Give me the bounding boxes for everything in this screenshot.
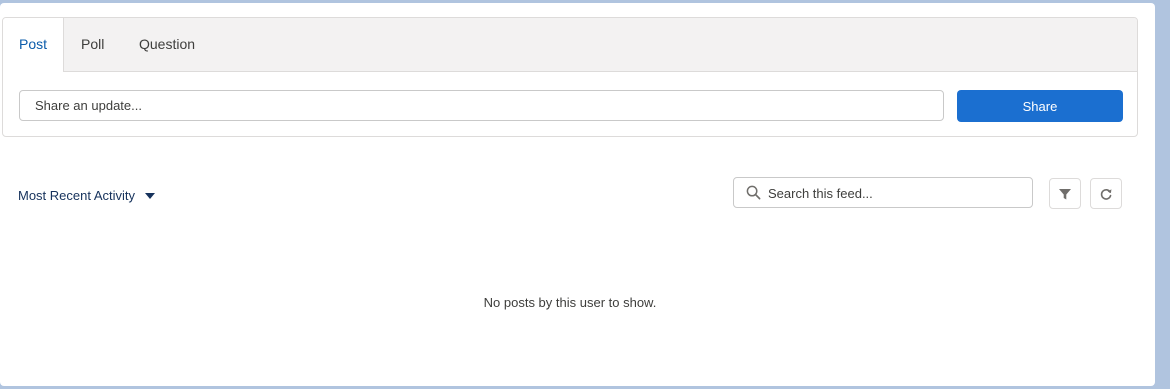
refresh-icon (1100, 188, 1112, 200)
filter-button[interactable] (1049, 178, 1081, 209)
tab-question[interactable]: Question (139, 18, 195, 71)
feed-sort-dropdown[interactable]: Most Recent Activity (18, 184, 156, 206)
tab-poll[interactable]: Poll (81, 18, 104, 71)
feed-sort-label: Most Recent Activity (18, 187, 136, 203)
share-button[interactable]: Share (957, 90, 1123, 122)
search-icon (746, 185, 761, 200)
feed-page: Post Poll Question Share Most Recent Act… (0, 3, 1155, 386)
publisher-tab-bar: Post Poll Question (3, 18, 1137, 72)
filter-icon (1059, 188, 1071, 199)
feed-search-box[interactable] (733, 177, 1033, 209)
feed-search-input[interactable] (766, 178, 1030, 209)
tab-post[interactable]: Post (3, 18, 64, 72)
empty-feed-message: No posts by this user to show. (483, 295, 657, 310)
share-update-input[interactable] (19, 90, 944, 121)
publisher-panel: Post Poll Question Share (2, 17, 1138, 137)
caret-down-icon (145, 193, 156, 199)
refresh-button[interactable] (1090, 178, 1122, 209)
